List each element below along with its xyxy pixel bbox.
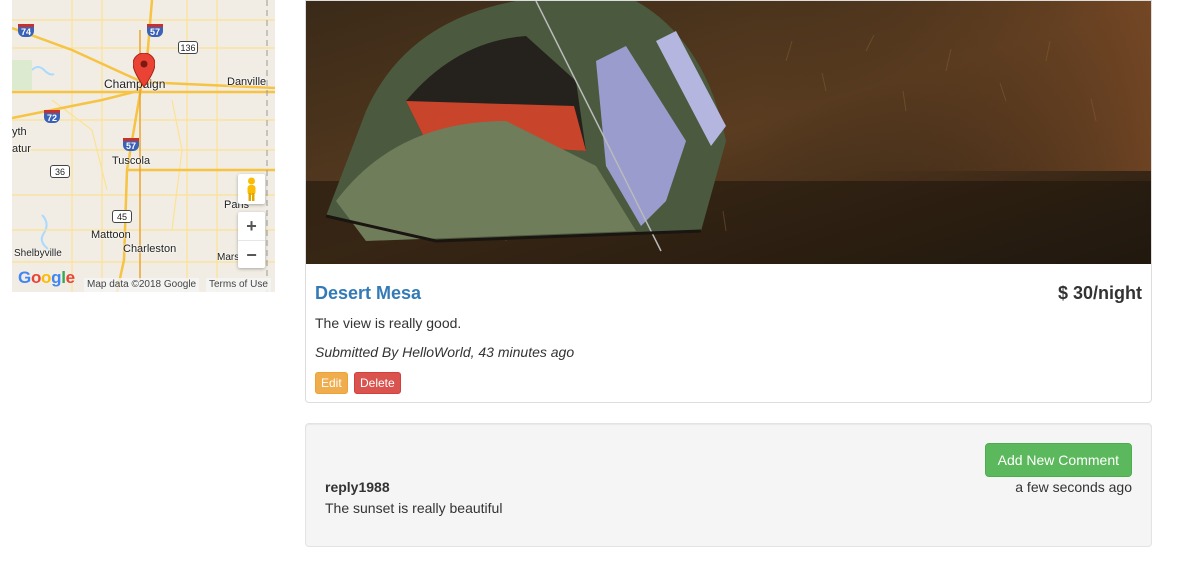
city-label: Shelbyville <box>14 248 62 259</box>
us-36-shield: 36 <box>50 165 70 178</box>
comments-section: Add New Comment reply1988 a few seconds … <box>305 423 1152 547</box>
edit-button[interactable]: Edit <box>315 372 348 394</box>
map-zoom-control: + − <box>238 212 265 268</box>
street-view-pegman-icon[interactable] <box>238 174 265 204</box>
submitted-by-text: Submitted By HelloWorld, 43 minutes ago <box>315 344 575 360</box>
delete-button[interactable]: Delete <box>354 372 401 394</box>
city-label: Mattoon <box>91 229 131 241</box>
city-label: Tuscola <box>112 155 151 167</box>
map-marker-icon[interactable] <box>133 53 155 87</box>
google-map[interactable]: 74 57 136 72 57 36 45 Champaign Danville… <box>12 0 275 292</box>
city-label: yth <box>12 126 27 138</box>
zoom-out-button[interactable]: − <box>238 240 265 268</box>
google-logo[interactable]: Google <box>18 268 75 288</box>
city-label: atur <box>12 143 31 155</box>
interstate-57-shield: 57 <box>123 138 139 151</box>
comment-author: reply1988 <box>325 479 390 495</box>
us-45-shield: 45 <box>112 210 132 223</box>
interstate-74-shield: 74 <box>18 24 34 37</box>
campground-price: $ 30/night <box>1057 283 1142 303</box>
map-data-attribution: Map data ©2018 Google <box>84 278 200 292</box>
comment-timestamp: a few seconds ago <box>1015 479 1132 495</box>
campground-card: Desert Mesa $ 30/night The view is reall… <box>305 0 1152 403</box>
campground-description: The view is really good. <box>315 315 462 331</box>
campground-photo <box>306 1 1151 264</box>
city-label: Charleston <box>123 243 177 255</box>
interstate-57-shield: 57 <box>147 24 163 37</box>
terms-of-use-link[interactable]: Terms of Use <box>206 278 271 292</box>
interstate-72-shield: 72 <box>44 110 60 123</box>
us-136-shield: 136 <box>178 41 198 54</box>
campground-name-link[interactable]: Desert Mesa <box>315 283 421 304</box>
comment-text: The sunset is really beautiful <box>325 500 503 516</box>
add-new-comment-button[interactable]: Add New Comment <box>984 443 1132 477</box>
city-label: Danville <box>227 76 267 88</box>
city-label: Mars <box>217 252 240 263</box>
zoom-in-button[interactable]: + <box>238 212 265 240</box>
